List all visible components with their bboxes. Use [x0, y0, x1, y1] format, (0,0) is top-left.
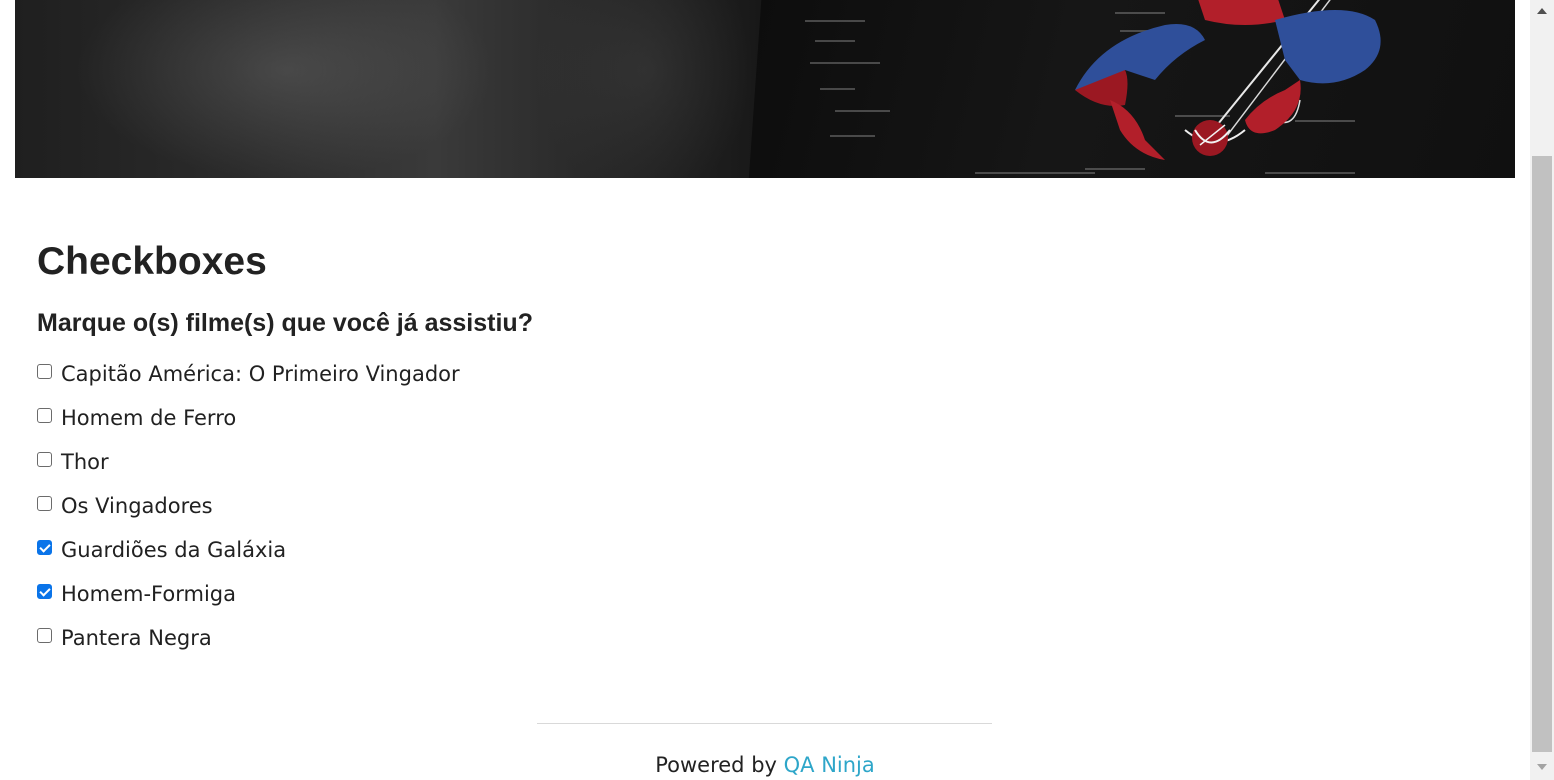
- checkbox-label: Homem-Formiga: [61, 582, 236, 606]
- page: Checkboxes Marque o(s) filme(s) que você…: [0, 0, 1554, 780]
- qa-ninja-link[interactable]: QA Ninja: [784, 753, 875, 777]
- checkbox-thor[interactable]: [37, 451, 52, 467]
- checkbox-option-homem-formiga[interactable]: Homem-Formiga: [37, 572, 533, 616]
- spider-man-icon: [1075, 0, 1381, 160]
- footer-prefix: Powered by: [655, 753, 784, 777]
- checkbox-os-vingadores[interactable]: [37, 495, 52, 511]
- scrollbar-thumb[interactable]: [1532, 156, 1552, 752]
- checkbox-label: Thor: [61, 450, 109, 474]
- footer-divider: [537, 723, 992, 724]
- checkbox-homem-formiga[interactable]: [37, 583, 52, 599]
- checkbox-list: Capitão América: O Primeiro Vingador Hom…: [37, 352, 533, 660]
- checkbox-guardioes-da-galaxia[interactable]: [37, 539, 52, 555]
- checkbox-option-homem-de-ferro[interactable]: Homem de Ferro: [37, 396, 533, 440]
- page-title: Checkboxes: [37, 240, 267, 283]
- checkbox-option-pantera-negra[interactable]: Pantera Negra: [37, 616, 533, 660]
- scroll-down-arrow-icon[interactable]: [1537, 764, 1547, 770]
- checkbox-label: Os Vingadores: [61, 494, 213, 518]
- checkbox-label: Guardiões da Galáxia: [61, 538, 287, 562]
- checkbox-option-thor[interactable]: Thor: [37, 440, 533, 484]
- checkbox-capitao-america[interactable]: [37, 363, 52, 379]
- checkbox-pantera-negra[interactable]: [37, 627, 52, 643]
- checkbox-option-capitao-america[interactable]: Capitão América: O Primeiro Vingador: [37, 352, 533, 396]
- checkbox-label: Pantera Negra: [61, 626, 212, 650]
- checkbox-label: Capitão América: O Primeiro Vingador: [61, 362, 460, 386]
- vertical-scrollbar[interactable]: [1530, 0, 1554, 780]
- hero-banner: [15, 0, 1515, 178]
- question-heading: Marque o(s) filme(s) que você já assisti…: [37, 309, 533, 337]
- checkbox-homem-de-ferro[interactable]: [37, 407, 52, 423]
- checkbox-option-os-vingadores[interactable]: Os Vingadores: [37, 484, 533, 528]
- main-content: Checkboxes Marque o(s) filme(s) que você…: [37, 236, 533, 660]
- checkbox-option-guardioes-da-galaxia[interactable]: Guardiões da Galáxia: [37, 528, 533, 572]
- scroll-up-arrow-icon[interactable]: [1537, 8, 1547, 14]
- checkbox-label: Homem de Ferro: [61, 406, 237, 430]
- footer: Powered by QA Ninja: [0, 750, 1530, 780]
